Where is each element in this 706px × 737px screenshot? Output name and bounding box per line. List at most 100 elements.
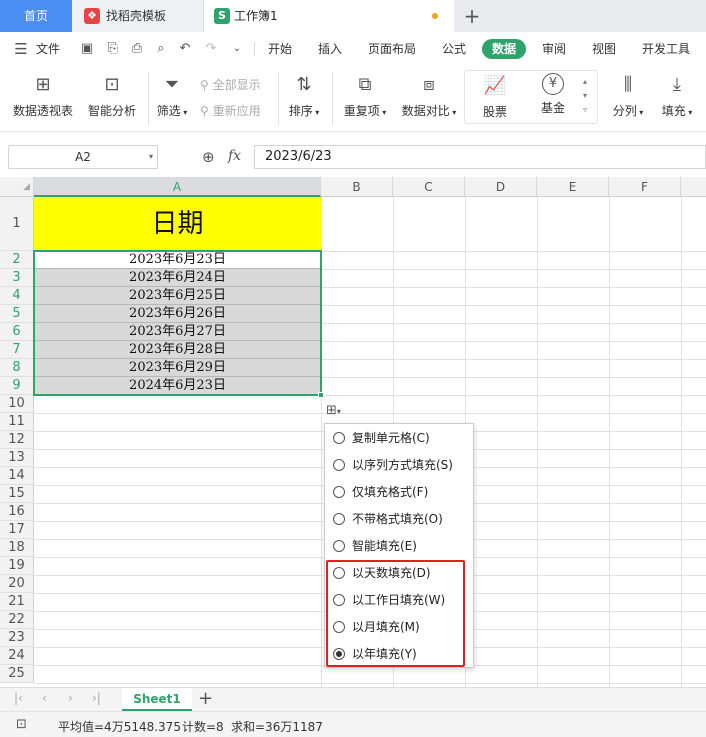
row-header-15[interactable]: 15	[0, 485, 34, 503]
row-header-1[interactable]: 1	[0, 197, 34, 251]
row-header-3[interactable]: 3	[0, 269, 34, 287]
column-header-e[interactable]: E	[537, 177, 609, 197]
column-header-a[interactable]: A	[34, 177, 321, 197]
row-header-4[interactable]: 4	[0, 287, 34, 305]
radio-icon	[333, 486, 345, 498]
menu-view[interactable]: 视图	[592, 32, 616, 66]
new-tab-button[interactable]: +	[458, 0, 486, 32]
duplicates-button[interactable]: ⧉ 重复项 ▾	[338, 72, 392, 119]
menu-data[interactable]: 数据	[482, 39, 526, 59]
row-header-9[interactable]: 9	[0, 377, 34, 395]
function-fx-icon[interactable]: fx	[228, 148, 241, 164]
name-box[interactable]: A2 ▾	[8, 145, 158, 169]
formula-input[interactable]: 2023/6/23	[254, 145, 706, 169]
column-header-f[interactable]: F	[609, 177, 681, 197]
unsaved-dot-icon	[432, 13, 438, 19]
fund-button[interactable]: ¥ 基金	[533, 73, 573, 116]
row-header-18[interactable]: 18	[0, 539, 34, 557]
export-icon[interactable]: ⎘	[104, 40, 122, 58]
column-header-b[interactable]: B	[321, 177, 393, 197]
tab-home[interactable]: 首页	[0, 0, 72, 32]
tab-workbook[interactable]: S 工作簿1	[204, 0, 454, 32]
fill-option-smart-fill[interactable]: 智能填充(E)	[333, 536, 417, 556]
row-header-14[interactable]: 14	[0, 467, 34, 485]
quick-access-dropdown-icon[interactable]: ⌄	[228, 40, 246, 58]
pivot-table-button[interactable]: ⊞ 数据透视表	[10, 72, 76, 119]
redo-icon[interactable]: ↷	[202, 40, 220, 58]
fill-option-without-format[interactable]: 不带格式填充(O)	[333, 509, 443, 529]
row-header-22[interactable]: 22	[0, 611, 34, 629]
row-header-2[interactable]: 2	[0, 251, 34, 269]
zoom-formula-icon[interactable]: ⊕	[202, 148, 215, 166]
fill-option-format-only[interactable]: 仅填充格式(F)	[333, 482, 428, 502]
menu-bar: ☰ 文件 ▣ ⎘ ⎙ ⌕ ↶ ↷ ⌄ 开始 插入 页面布局 公式 数据 审阅 视…	[0, 32, 706, 66]
split-column-button[interactable]: ⫼ 分列 ▾	[608, 72, 648, 119]
smart-analysis-button[interactable]: ⊡ 智能分析	[84, 72, 140, 119]
show-all-button[interactable]: ⚲ 全部显示	[200, 76, 261, 93]
status-count: 计数=8	[182, 720, 224, 734]
menu-file[interactable]: 文件	[36, 32, 60, 66]
fill-option-copy-cells[interactable]: 复制单元格(C)	[333, 428, 430, 448]
reapply-button[interactable]: ⚲ 重新应用	[200, 102, 261, 119]
column-header-c[interactable]: C	[393, 177, 465, 197]
name-box-dropdown-icon[interactable]: ▾	[149, 146, 153, 168]
menu-formulas[interactable]: 公式	[442, 32, 466, 66]
reapply-icon: ⚲	[200, 104, 213, 118]
print-icon[interactable]: ⎙	[128, 40, 146, 58]
column-header-d[interactable]: D	[465, 177, 537, 197]
row-header-7[interactable]: 7	[0, 341, 34, 359]
gallery-scroll-icon[interactable]: ▴ ▾ ▿	[583, 75, 587, 117]
yen-coin-icon: ¥	[542, 73, 564, 95]
row-header-10[interactable]: 10	[0, 395, 34, 413]
row-header-13[interactable]: 13	[0, 449, 34, 467]
next-sheet-icon[interactable]: ›	[68, 691, 73, 705]
select-all-corner[interactable]: ◢	[0, 177, 34, 197]
grid-line	[609, 197, 610, 687]
row-header-6[interactable]: 6	[0, 323, 34, 341]
menu-page-layout[interactable]: 页面布局	[368, 32, 416, 66]
tab-template[interactable]: ❖ 找稻壳模板	[72, 0, 204, 32]
status-average: 平均值=4万5148.375	[58, 720, 181, 734]
row-header-25[interactable]: 25	[0, 665, 34, 683]
data-compare-button[interactable]: ⧈ 数据对比 ▾	[398, 72, 460, 119]
row-header-12[interactable]: 12	[0, 431, 34, 449]
add-sheet-icon[interactable]: +	[198, 688, 213, 710]
row-header-21[interactable]: 21	[0, 593, 34, 611]
stock-button[interactable]: 📈 股票	[475, 73, 515, 120]
hamburger-menu-icon[interactable]: ☰	[12, 40, 30, 58]
menu-developer[interactable]: 开发工具	[642, 32, 690, 66]
cell-a1-header[interactable]: 日期	[34, 197, 321, 251]
radio-icon	[333, 540, 345, 552]
filter-button[interactable]: ⏷ 筛选 ▾	[152, 72, 192, 119]
menu-insert[interactable]: 插入	[318, 32, 342, 66]
row-header-5[interactable]: 5	[0, 305, 34, 323]
filter-funnel-icon: ⏷	[164, 74, 180, 95]
grid-line	[537, 197, 538, 687]
save-icon[interactable]: ▣	[78, 40, 96, 58]
status-monitor-icon[interactable]: ⊡	[16, 717, 27, 732]
row-header-24[interactable]: 24	[0, 647, 34, 665]
menu-review[interactable]: 审阅	[542, 32, 566, 66]
row-header-8[interactable]: 8	[0, 359, 34, 377]
radio-icon	[333, 432, 345, 444]
sheet-tab-sheet1[interactable]: Sheet1	[122, 688, 192, 711]
row-header-16[interactable]: 16	[0, 503, 34, 521]
tab-bar: 首页 ❖ 找稻壳模板 S 工作簿1 +	[0, 0, 706, 32]
fill-option-fill-series[interactable]: 以序列方式填充(S)	[333, 455, 453, 475]
print-preview-icon[interactable]: ⌕	[152, 40, 170, 58]
last-sheet-icon[interactable]: ›|	[92, 691, 101, 705]
prev-sheet-icon[interactable]: ‹	[42, 691, 47, 705]
first-sheet-icon[interactable]: |‹	[14, 691, 23, 705]
menu-home[interactable]: 开始	[268, 32, 292, 66]
row-header-23[interactable]: 23	[0, 629, 34, 647]
fill-handle[interactable]	[318, 392, 324, 398]
row-header-20[interactable]: 20	[0, 575, 34, 593]
row-header-11[interactable]: 11	[0, 413, 34, 431]
autofill-options-button[interactable]: ⊞▾	[326, 402, 354, 420]
row-header-19[interactable]: 19	[0, 557, 34, 575]
row-header-17[interactable]: 17	[0, 521, 34, 539]
column-header-row: ◢ A B C D E F	[0, 177, 706, 197]
fill-button[interactable]: ⤓ 填充 ▾	[656, 72, 698, 119]
sort-button[interactable]: ⇅ 排序 ▾	[284, 72, 324, 119]
undo-icon[interactable]: ↶	[176, 40, 194, 58]
